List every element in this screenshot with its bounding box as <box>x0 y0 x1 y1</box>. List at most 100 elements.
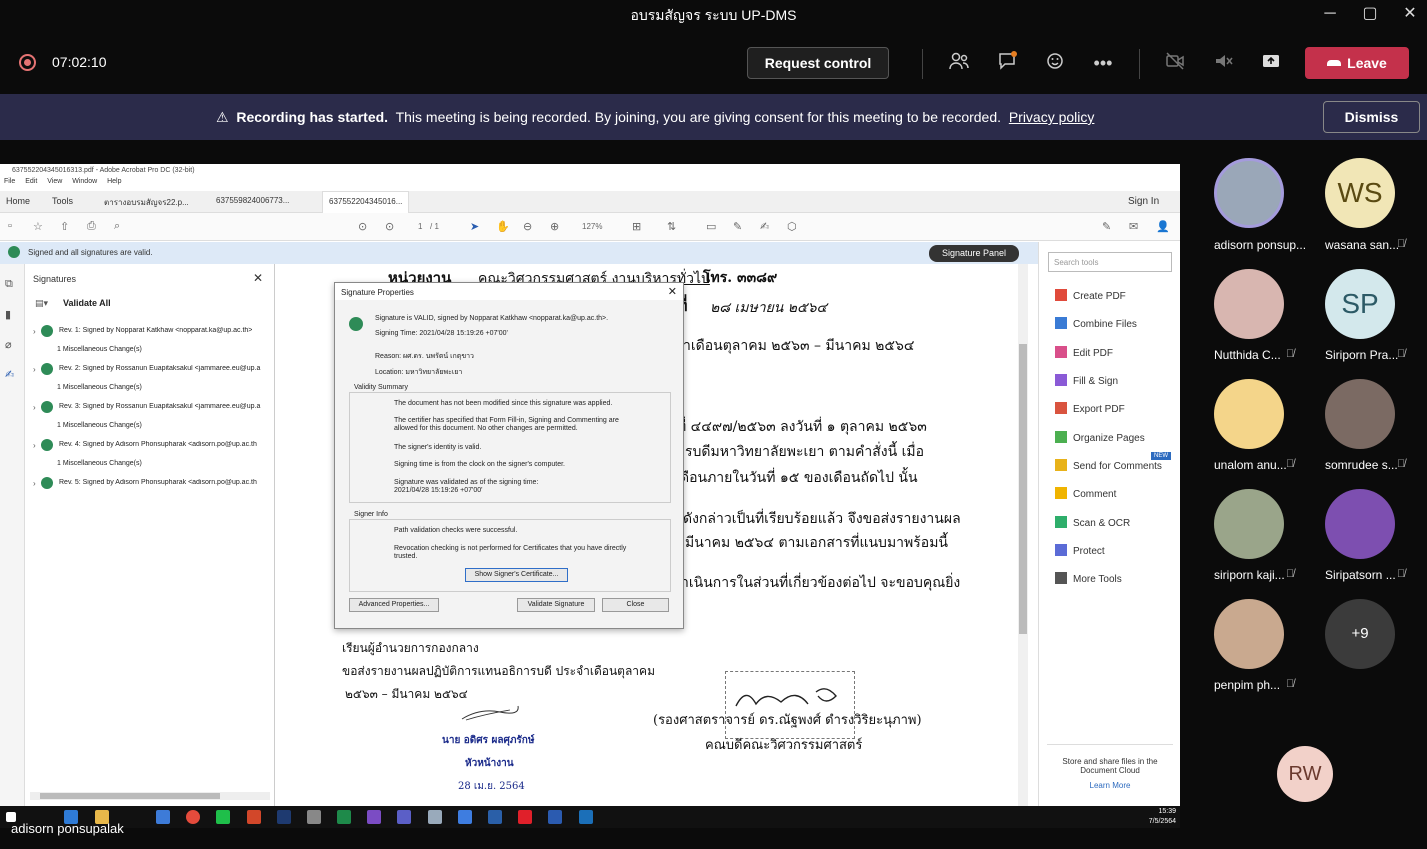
show-certificate-button[interactable]: Show Signer's Certificate... <box>465 568 568 582</box>
page-number[interactable]: 1 <box>418 222 422 231</box>
visual-studio-icon[interactable] <box>367 810 381 824</box>
upload-icon[interactable]: ⇧ <box>60 220 69 233</box>
close-pane-icon[interactable]: ✕ <box>253 271 263 285</box>
leave-button[interactable]: Leave <box>1305 47 1409 79</box>
chrome-icon[interactable] <box>186 810 200 824</box>
zoom-level[interactable]: 127% <box>582 222 602 231</box>
tab-tools[interactable]: Tools <box>52 196 73 206</box>
acrobat-icon[interactable] <box>518 810 532 824</box>
attachment-icon[interactable]: ⌀ <box>5 338 12 351</box>
menu-window[interactable]: Window <box>72 178 97 185</box>
page-up-icon[interactable]: ⊙ <box>358 220 367 233</box>
mail-icon[interactable]: ✉ <box>1129 220 1138 233</box>
print-icon[interactable]: ⎙ <box>87 220 96 233</box>
scrollbar-thumb[interactable] <box>40 793 220 799</box>
tool-comment[interactable]: Comment <box>1055 487 1116 500</box>
tool-organize-pages[interactable]: Organize Pages <box>1055 431 1145 444</box>
more-tools-icon <box>1055 572 1067 584</box>
chat-icon[interactable] <box>994 50 1020 76</box>
app-icon[interactable] <box>579 810 593 824</box>
dismiss-button[interactable]: Dismiss <box>1323 101 1420 133</box>
expand-icon[interactable]: › <box>33 403 36 412</box>
scrollbar-thumb[interactable] <box>1019 344 1027 634</box>
app-icon[interactable] <box>488 810 502 824</box>
learn-more-link[interactable]: Learn More <box>1047 781 1173 790</box>
tab-home[interactable]: Home <box>6 196 30 206</box>
tool-edit-pdf[interactable]: Edit PDF <box>1055 346 1113 359</box>
star-icon[interactable]: ☆ <box>33 220 43 233</box>
share-icon[interactable] <box>1258 50 1284 76</box>
zoom-search-icon[interactable]: ⌕ <box>114 220 120 233</box>
tool-more-tools[interactable]: More Tools <box>1055 572 1122 585</box>
validate-all-button[interactable]: Validate All <box>63 298 111 308</box>
mail-app-icon[interactable] <box>156 810 170 824</box>
bookmark-icon[interactable]: ▮ <box>5 308 11 321</box>
sign-in-button[interactable]: Sign In <box>1128 196 1159 207</box>
expand-icon[interactable]: › <box>33 441 36 450</box>
vscode-icon[interactable] <box>458 810 472 824</box>
page-down-icon[interactable]: ⊙ <box>385 220 394 233</box>
expand-icon[interactable]: › <box>33 327 36 336</box>
tool-combine-files[interactable]: Combine Files <box>1055 317 1137 330</box>
tool-export-pdf[interactable]: Export PDF <box>1055 402 1125 415</box>
menu-view[interactable]: View <box>47 178 62 185</box>
tab-doc-2[interactable]: 637559824006773... <box>216 196 289 205</box>
expand-icon[interactable]: › <box>33 479 36 488</box>
save-icon[interactable]: ▫ <box>8 220 12 232</box>
more-participants-button[interactable]: +9 <box>1325 599 1395 669</box>
sign-icon[interactable]: ✍ <box>760 220 769 233</box>
teams-icon[interactable] <box>397 810 411 824</box>
hand-tool-icon[interactable]: ✋ <box>496 220 510 233</box>
user-icon[interactable]: 👤 <box>1156 220 1170 233</box>
tab-doc-3[interactable]: 637552204345016... <box>322 191 410 213</box>
photoshop-icon[interactable] <box>277 810 291 824</box>
search-tools-input[interactable]: Search tools <box>1048 252 1172 272</box>
horizontal-scrollbar[interactable] <box>30 792 270 800</box>
line-icon[interactable] <box>216 810 230 824</box>
options-icon[interactable]: ▤▾ <box>35 298 48 309</box>
expand-icon[interactable]: › <box>33 365 36 374</box>
reactions-icon[interactable] <box>1042 50 1068 76</box>
camera-off-icon[interactable] <box>1162 50 1188 76</box>
zoom-out-icon[interactable]: ⊖ <box>523 220 532 233</box>
signature-nav-icon[interactable]: ✍ <box>5 368 14 381</box>
powerpoint-icon[interactable] <box>247 810 261 824</box>
minimize-button[interactable]: ─ <box>1316 4 1344 24</box>
vertical-scrollbar[interactable] <box>1018 264 1028 806</box>
tool-create-pdf[interactable]: Create PDF <box>1055 289 1126 302</box>
zoom-in-icon[interactable]: ⊕ <box>550 220 559 233</box>
maximize-button[interactable]: ▢ <box>1356 4 1384 24</box>
advanced-properties-button[interactable]: Advanced Properties... <box>349 598 439 612</box>
fit-icon[interactable]: ⊞ <box>632 220 641 233</box>
tool-protect[interactable]: Protect <box>1055 544 1105 557</box>
word-icon[interactable] <box>548 810 562 824</box>
dialog-close-button[interactable]: Close <box>602 598 669 612</box>
sign-tool-icon[interactable]: ✎ <box>1102 220 1111 233</box>
self-avatar[interactable]: RW <box>1277 746 1333 802</box>
menu-edit[interactable]: Edit <box>25 178 37 185</box>
tool-fill-sign[interactable]: Fill & Sign <box>1055 374 1118 387</box>
stamp-icon[interactable]: ⬡ <box>787 220 797 233</box>
comment-icon[interactable]: ▭ <box>706 220 716 233</box>
request-control-button[interactable]: Request control <box>747 47 889 79</box>
excel-icon[interactable] <box>337 810 351 824</box>
tool-scan-ocr[interactable]: Scan & OCR <box>1055 516 1130 529</box>
tool-send-for-comments[interactable]: Send for Comments <box>1055 459 1162 472</box>
validate-signature-button[interactable]: Validate Signature <box>517 598 595 612</box>
speaker-off-icon[interactable] <box>1210 50 1236 76</box>
close-window-button[interactable]: ✕ <box>1396 4 1424 24</box>
signature-panel-button[interactable]: Signature Panel <box>929 245 1019 262</box>
privacy-policy-link[interactable]: Privacy policy <box>1009 109 1095 125</box>
pen-icon[interactable]: ✎ <box>733 220 742 233</box>
dialog-close-icon[interactable]: ✕ <box>668 285 677 298</box>
tab-doc-1[interactable]: ตารางอบรมสัญจร22.p... <box>104 196 189 209</box>
app-icon[interactable] <box>428 810 442 824</box>
pages-icon[interactable]: ⧉ <box>5 278 13 291</box>
select-tool-icon[interactable]: ➤ <box>470 220 479 233</box>
more-icon[interactable]: ••• <box>1090 50 1116 76</box>
tools-app-icon[interactable] <box>307 810 321 824</box>
menu-file[interactable]: File <box>4 178 15 185</box>
menu-help[interactable]: Help <box>107 178 121 185</box>
participants-icon[interactable] <box>946 50 972 76</box>
scroll-icon[interactable]: ⇅ <box>667 220 676 233</box>
